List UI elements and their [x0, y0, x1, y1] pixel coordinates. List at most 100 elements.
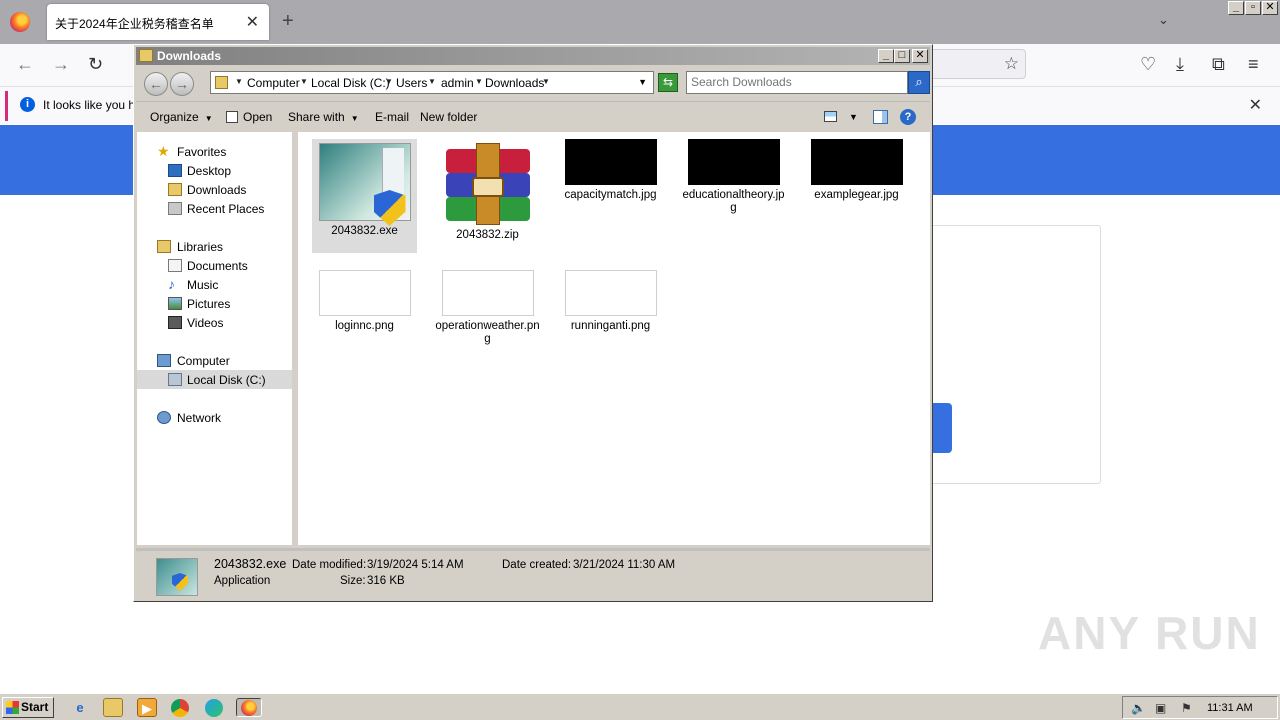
nav-item-favorites[interactable]: ★ Favorites	[137, 142, 292, 161]
nav-item-network[interactable]: Network	[137, 408, 292, 427]
chevron-down-icon: ▼	[350, 114, 359, 123]
browser-tab[interactable]: 关于2024年企业税务稽查名单 ✕	[47, 4, 269, 40]
network-tray-icon[interactable]: ▣	[1155, 701, 1166, 715]
close-button[interactable]: ✕	[912, 49, 928, 63]
chevron-right-icon[interactable]: ▼	[542, 77, 550, 86]
chrome-icon[interactable]	[171, 699, 189, 717]
search-input[interactable]	[691, 75, 901, 89]
minimize-button[interactable]: _	[1228, 1, 1244, 15]
clock[interactable]: 11:31 AM	[1207, 702, 1253, 714]
file-item[interactable]: runninganti.png	[558, 270, 663, 340]
details-created-value: 3/21/2024 11:30 AM	[573, 559, 676, 571]
maximize-button[interactable]: □	[894, 49, 910, 63]
firefox-icon	[241, 700, 257, 716]
close-button[interactable]: ✕	[1262, 1, 1278, 15]
folder-icon	[215, 76, 228, 89]
forward-button[interactable]: →	[170, 72, 194, 96]
nav-item-music[interactable]: ♪ Music	[137, 275, 292, 294]
email-button[interactable]: E-mail	[375, 110, 409, 124]
forward-arrow-icon[interactable]: →	[52, 54, 70, 75]
file-name: operationweather.png	[435, 320, 540, 345]
file-item[interactable]: educationaltheory.jpg	[681, 139, 786, 263]
taskbar: Start e ▶ 🔈 ▣ ⚑ 11:31 AM	[0, 693, 1280, 720]
file-item[interactable]: 2043832.zip	[435, 139, 540, 253]
menu-icon[interactable]: ≡	[1248, 54, 1259, 75]
nav-item-pictures[interactable]: Pictures	[137, 294, 292, 313]
documents-icon	[168, 259, 182, 272]
explorer-title: Downloads	[157, 49, 222, 63]
nav-item-label: Pictures	[187, 297, 231, 311]
page-button[interactable]	[930, 403, 952, 453]
file-item[interactable]: operationweather.png	[435, 270, 540, 350]
nav-item-downloads[interactable]: Downloads	[137, 180, 292, 199]
start-button[interactable]: Start	[2, 697, 54, 718]
chevron-right-icon[interactable]: ▼	[235, 77, 243, 86]
volume-icon[interactable]: 🔈	[1131, 701, 1146, 715]
breadcrumb-item[interactable]: Downloads	[485, 76, 544, 90]
pocket-icon[interactable]: ♡	[1140, 54, 1156, 75]
file-item[interactable]: examplegear.jpg	[804, 139, 909, 253]
page-card	[930, 225, 1101, 484]
open-button[interactable]: Open	[226, 110, 272, 124]
breadcrumb-item[interactable]: Computer	[247, 76, 300, 90]
file-item[interactable]: 2043832.exe	[312, 139, 417, 253]
preview-pane-icon[interactable]	[873, 110, 888, 124]
organize-button[interactable]: Organize ▼	[150, 110, 213, 124]
download-icon[interactable]: ⤓	[1176, 54, 1184, 75]
address-bar[interactable]: ▼ Computer ▼ Local Disk (C:) ▼ Users ▼ a…	[210, 71, 654, 94]
bookmark-star-icon[interactable]: ☆	[1004, 54, 1019, 74]
file-item[interactable]: loginnc.png	[312, 270, 417, 340]
chevron-right-icon[interactable]: ▼	[428, 77, 436, 86]
chevron-down-icon[interactable]: ▼	[849, 112, 858, 122]
chevron-right-icon[interactable]: ▼	[300, 77, 308, 86]
search-box[interactable]	[686, 71, 908, 94]
file-name: examplegear.jpg	[814, 189, 899, 201]
breadcrumb-item[interactable]: admin	[441, 76, 474, 90]
refresh-icon[interactable]: ⇆	[658, 73, 678, 92]
chevron-right-icon[interactable]: ▼	[475, 77, 483, 86]
extensions-icon[interactable]: ⧉	[1212, 54, 1225, 75]
folder-icon	[139, 49, 153, 62]
nav-item-desktop[interactable]: Desktop	[137, 161, 292, 180]
media-player-icon[interactable]: ▶	[137, 698, 157, 717]
application-icon	[318, 143, 411, 226]
image-thumbnail	[441, 270, 534, 316]
change-view-icon[interactable]	[824, 111, 837, 122]
close-tab-icon[interactable]: ✕	[246, 12, 259, 32]
nav-item-libraries[interactable]: Libraries	[137, 237, 292, 256]
minimize-button[interactable]: _	[878, 49, 894, 63]
help-icon[interactable]: ?	[900, 109, 916, 125]
nav-item-videos[interactable]: Videos	[137, 313, 292, 332]
nav-item-local-disk[interactable]: Local Disk (C:)	[137, 370, 292, 389]
action-center-flag-icon[interactable]: ⚑	[1181, 701, 1192, 715]
details-size-value: 316 KB	[367, 575, 405, 587]
chevron-down-icon: ▼	[204, 114, 213, 123]
firefox-icon[interactable]	[10, 12, 30, 32]
edge-icon[interactable]	[205, 699, 223, 717]
firefox-taskbar-button[interactable]	[236, 698, 262, 717]
nav-item-computer[interactable]: Computer	[137, 351, 292, 370]
breadcrumb-item[interactable]: Users	[396, 76, 427, 90]
explorer-taskbar-icon[interactable]	[103, 698, 123, 717]
nav-item-recent-places[interactable]: Recent Places	[137, 199, 292, 218]
new-folder-button[interactable]: New folder	[420, 110, 477, 124]
info-icon: i	[20, 97, 35, 112]
internet-explorer-icon[interactable]: e	[70, 698, 90, 717]
chevron-right-icon[interactable]: ▼	[385, 77, 393, 86]
chevron-down-icon[interactable]: ▼	[638, 77, 647, 87]
search-icon[interactable]: ⌕	[908, 71, 930, 94]
back-button[interactable]: ←	[144, 72, 168, 96]
reload-icon[interactable]: ↻	[88, 54, 103, 75]
share-with-button[interactable]: Share with ▼	[288, 110, 359, 124]
new-tab-button[interactable]: +	[282, 10, 294, 33]
back-arrow-icon[interactable]: ←	[16, 54, 34, 75]
pictures-icon	[168, 297, 182, 310]
close-notification-icon[interactable]: ✕	[1249, 95, 1262, 115]
url-bar[interactable]: ☆	[930, 49, 1026, 79]
nav-item-documents[interactable]: Documents	[137, 256, 292, 275]
explorer-title-bar[interactable]: Downloads _ □ ✕	[136, 47, 930, 65]
restore-button[interactable]: ▫	[1245, 1, 1261, 15]
breadcrumb-item[interactable]: Local Disk (C:)	[311, 76, 390, 90]
chevron-down-icon[interactable]: ⌄	[1158, 12, 1169, 28]
file-item[interactable]: capacitymatch.jpg	[558, 139, 663, 253]
